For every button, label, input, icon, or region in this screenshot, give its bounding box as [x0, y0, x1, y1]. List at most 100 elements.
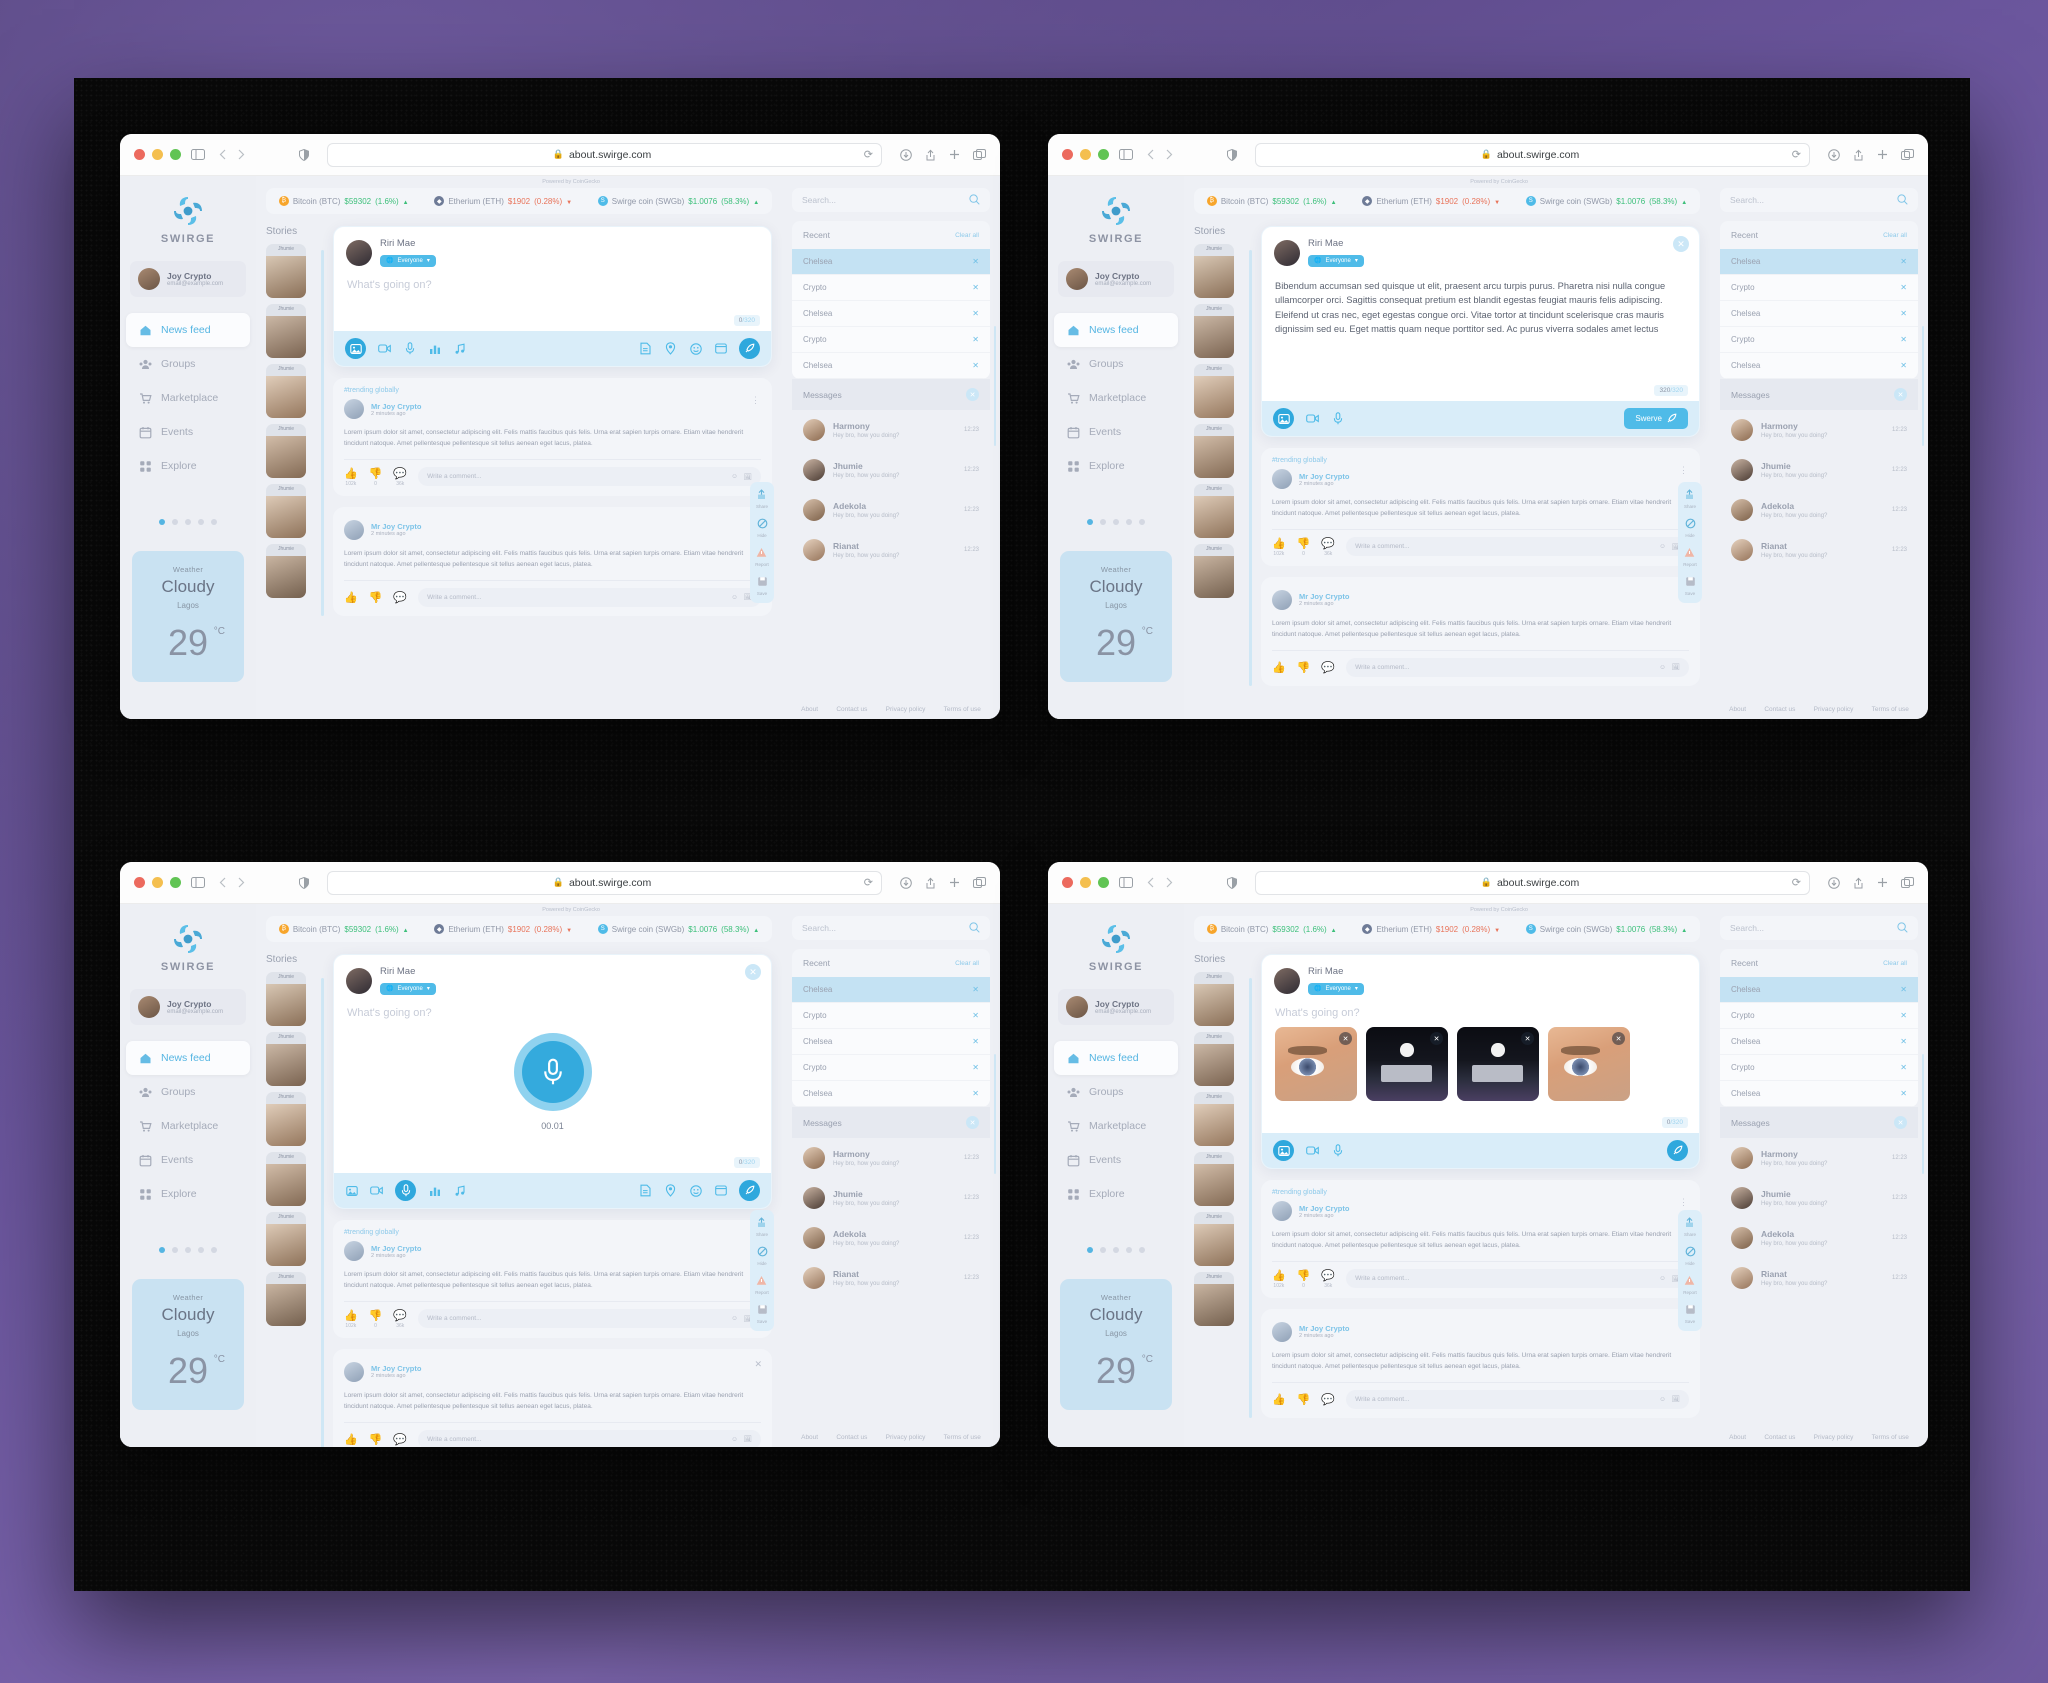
toolbar-right[interactable]: [900, 148, 986, 161]
comment-button[interactable]: 💬: [1321, 661, 1335, 674]
pager-dot[interactable]: [1139, 519, 1145, 525]
story-item[interactable]: Jhumie: [266, 1092, 306, 1146]
minimize-window-button[interactable]: [152, 149, 163, 160]
pager-dot[interactable]: [1126, 1247, 1132, 1253]
comment-button[interactable]: 💬 36k: [393, 1309, 407, 1329]
video-icon-button[interactable]: [1306, 412, 1319, 425]
post-composer[interactable]: Riri Mae 🌐 Everyone ▾ What's going on?: [333, 954, 772, 1209]
dislike-button[interactable]: 👎 0: [1297, 537, 1311, 557]
maximize-window-button[interactable]: [1098, 877, 1109, 888]
emoji-icon[interactable]: ☺: [731, 1315, 738, 1322]
reload-icon[interactable]: ⟳: [864, 876, 873, 889]
share-action[interactable]: Share: [1684, 1217, 1696, 1237]
like-button[interactable]: 👍 102k: [344, 467, 358, 487]
close-icon[interactable]: ✕: [972, 1063, 979, 1072]
share-icon[interactable]: [1853, 877, 1864, 889]
post-action-strip[interactable]: Share Hide Report Save: [1678, 1210, 1702, 1331]
video-icon-button[interactable]: [370, 1184, 383, 1197]
sidebar-item-explore[interactable]: Explore: [1054, 449, 1178, 483]
post-trending-tag[interactable]: #trending globally: [344, 1229, 761, 1236]
close-icon[interactable]: ✕: [1900, 309, 1907, 318]
pager-dot[interactable]: [211, 519, 217, 525]
close-window-button[interactable]: [1062, 877, 1073, 888]
ticker-item[interactable]: ◆ Etherium (ETH) $1902 (0.28%): [434, 924, 572, 934]
close-icon[interactable]: ✕: [1900, 361, 1907, 370]
footer-link-privacy-policy[interactable]: Privacy policy: [886, 706, 926, 713]
sidebar-toggle-icon[interactable]: [191, 877, 205, 888]
story-item[interactable]: Jhumie: [266, 1272, 306, 1326]
profile-card[interactable]: Joy Crypto email@example.com: [1058, 989, 1174, 1025]
close-icon[interactable]: ✕: [1900, 257, 1907, 266]
dislike-button[interactable]: 👎: [1297, 661, 1311, 674]
clear-all-button[interactable]: Clear all: [1883, 960, 1907, 967]
emoji-icon-button[interactable]: [689, 342, 702, 355]
story-item[interactable]: Jhumie: [266, 244, 306, 298]
clear-all-button[interactable]: Clear all: [1883, 232, 1907, 239]
story-item[interactable]: Jhumie: [1194, 544, 1234, 598]
minimize-window-button[interactable]: [152, 877, 163, 888]
sidebar-item-events[interactable]: Events: [1054, 415, 1178, 449]
recent-item[interactable]: Chelsea ✕: [792, 249, 990, 275]
recent-item[interactable]: Crypto ✕: [792, 327, 990, 353]
report-action[interactable]: Report: [755, 547, 769, 567]
close-window-button[interactable]: [1062, 149, 1073, 160]
pager-dot[interactable]: [159, 1247, 165, 1253]
like-button[interactable]: 👍 102k: [1272, 537, 1286, 557]
story-item[interactable]: Jhumie: [266, 364, 306, 418]
sidebar-item-groups[interactable]: Groups: [126, 347, 250, 381]
message-item[interactable]: Rianat Hey bro, how you doing? 12:23: [1720, 530, 1918, 570]
pager-dot[interactable]: [185, 1247, 191, 1253]
recent-item[interactable]: Crypto ✕: [792, 275, 990, 301]
media-thumbnail[interactable]: ✕: [1548, 1027, 1630, 1101]
post-composer[interactable]: Riri Mae 🌐 Everyone ▾ What's going on?: [1261, 954, 1700, 1169]
swerve-submit-button[interactable]: [1667, 1140, 1688, 1161]
profile-card[interactable]: Joy Crypto email@example.com: [1058, 261, 1174, 297]
messages-scrollbar[interactable]: [1921, 326, 1924, 446]
window-controls[interactable]: [134, 877, 181, 888]
sidebar-item-events[interactable]: Events: [126, 415, 250, 449]
composer-toolbar[interactable]: [1262, 1133, 1699, 1168]
sidebar-toggle-icon[interactable]: [1119, 149, 1133, 160]
footer-link-contact-us[interactable]: Contact us: [836, 706, 867, 713]
ticker-item[interactable]: S Swirge coin (SWGb) $1.0076 (58.3%): [597, 924, 759, 934]
pager-dot[interactable]: [198, 1247, 204, 1253]
comment-button[interactable]: 💬 36k: [1321, 1269, 1335, 1289]
hide-action[interactable]: Hide: [1685, 1246, 1696, 1266]
stories-scroll-indicator[interactable]: [321, 978, 324, 1447]
composer-toolbar[interactable]: [334, 1173, 771, 1208]
dislike-button[interactable]: 👎 0: [1297, 1269, 1311, 1289]
close-icon[interactable]: ✕: [1900, 1037, 1907, 1046]
post-composer[interactable]: Riri Mae 🌐 Everyone ▾ Bibendum accumsan …: [1261, 226, 1700, 437]
share-icon[interactable]: [925, 877, 936, 889]
comment-input[interactable]: Write a comment... ☺ 🖼: [418, 467, 761, 487]
close-icon[interactable]: ✕: [1894, 1116, 1907, 1129]
sidebar-item-events[interactable]: Events: [1054, 1143, 1178, 1177]
nav-arrows[interactable]: [219, 877, 245, 888]
recent-item[interactable]: Chelsea ✕: [792, 977, 990, 1003]
pager-dot[interactable]: [1100, 519, 1106, 525]
pager-dot[interactable]: [172, 519, 178, 525]
close-icon[interactable]: ✕: [972, 283, 979, 292]
show-tabs-icon[interactable]: [1901, 149, 1914, 160]
mic-icon-button[interactable]: [403, 342, 416, 355]
save-action[interactable]: Save: [1685, 1304, 1696, 1324]
emoji-icon-button[interactable]: [689, 1184, 702, 1197]
privacy-shield-icon[interactable]: [1227, 876, 1237, 889]
comment-button[interactable]: 💬 36k: [393, 467, 407, 487]
new-tab-icon[interactable]: [949, 149, 960, 160]
nav-arrows[interactable]: [1147, 877, 1173, 888]
footer-link-about[interactable]: About: [1729, 1434, 1746, 1441]
reload-icon[interactable]: ⟳: [1792, 876, 1801, 889]
post-author[interactable]: Mr Joy Crypto: [371, 1244, 421, 1253]
downloads-icon[interactable]: [1828, 148, 1840, 161]
toolbar-right[interactable]: [1828, 876, 1914, 889]
ticker-item[interactable]: ◆ Etherium (ETH) $1902 (0.28%): [1362, 924, 1500, 934]
like-button[interactable]: 👍: [344, 591, 358, 604]
post-author[interactable]: Mr Joy Crypto: [371, 1364, 421, 1373]
recent-item[interactable]: Crypto ✕: [1720, 1055, 1918, 1081]
post-action-strip[interactable]: Share Hide Report Save: [1678, 482, 1702, 603]
search-input[interactable]: Search...: [1720, 916, 1918, 940]
close-icon[interactable]: ✕: [1612, 1032, 1625, 1045]
post-author[interactable]: Mr Joy Crypto: [1299, 1324, 1349, 1333]
attach-image-icon[interactable]: 🖼: [744, 1435, 752, 1443]
